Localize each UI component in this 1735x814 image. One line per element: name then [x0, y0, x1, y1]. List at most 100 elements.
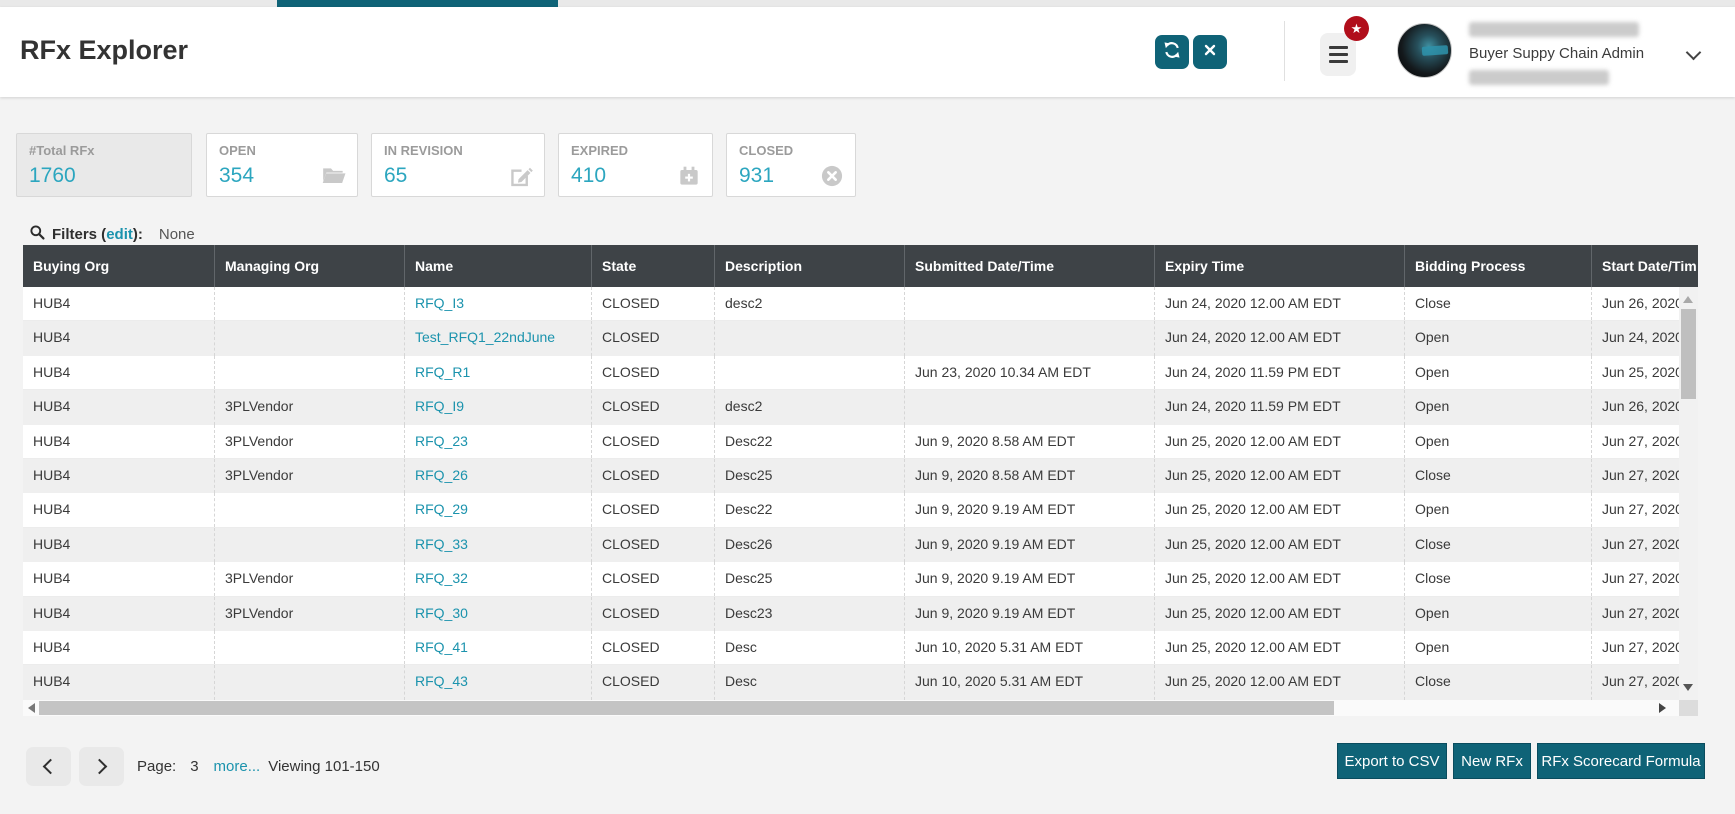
table-cell — [215, 665, 405, 699]
rfx-scorecard-formula-button[interactable]: RFx Scorecard Formula — [1537, 743, 1705, 779]
column-header[interactable]: Buying Org — [23, 245, 215, 287]
scroll-left-arrow-icon[interactable] — [28, 703, 35, 713]
table-row[interactable]: HUB43PLVendorRFQ_23CLOSEDDesc22Jun 9, 20… — [23, 425, 1679, 459]
avatar[interactable] — [1397, 23, 1452, 78]
stat-card-in-revision[interactable]: IN REVISION 65 — [371, 133, 545, 197]
chevron-down-icon[interactable] — [1686, 45, 1702, 61]
more-pages-link[interactable]: more... — [214, 758, 261, 775]
table-cell: CLOSED — [592, 528, 715, 562]
star-icon: ★ — [1351, 21, 1363, 36]
table-cell: Jun 27, 2020 — [1592, 665, 1679, 699]
column-header[interactable]: Submitted Date/Time — [905, 245, 1155, 287]
table-row[interactable]: HUB43PLVendorRFQ_32CLOSEDDesc25Jun 9, 20… — [23, 562, 1679, 596]
rfx-name-link[interactable]: RFQ_33 — [405, 528, 592, 562]
page-label: Page: — [137, 758, 176, 775]
table-cell: Desc — [715, 665, 905, 699]
column-header[interactable]: Managing Org — [215, 245, 405, 287]
vertical-scrollbar-thumb[interactable] — [1681, 309, 1696, 399]
rfx-name-link[interactable]: RFQ_32 — [405, 562, 592, 595]
table-cell: HUB4 — [23, 631, 215, 664]
scroll-right-arrow-icon[interactable] — [1659, 703, 1666, 713]
stat-value: 931 — [739, 164, 774, 188]
table-row[interactable]: HUB43PLVendorRFQ_26CLOSEDDesc25Jun 9, 20… — [23, 459, 1679, 493]
table-cell: Jun 27, 2020 — [1592, 425, 1679, 458]
close-icon — [1202, 42, 1218, 63]
column-header[interactable]: Start Date/Tim — [1592, 245, 1698, 287]
table-cell: HUB4 — [23, 425, 215, 458]
table-row[interactable]: HUB4RFQ_I3CLOSEDdesc2Jun 24, 2020 12.00 … — [23, 287, 1679, 321]
horizontal-scrollbar-thumb[interactable] — [39, 701, 1334, 715]
stat-card-open[interactable]: OPEN 354 — [206, 133, 358, 197]
table-cell: Jun 24, 2020 11.59 PM EDT — [1155, 356, 1405, 389]
refresh-button[interactable] — [1155, 35, 1189, 69]
column-header[interactable]: Expiry Time — [1155, 245, 1405, 287]
table-cell: Jun 27, 2020 — [1592, 528, 1679, 562]
rfx-name-link[interactable]: RFQ_30 — [405, 597, 592, 631]
stat-card-total-rfx[interactable]: #Total RFx 1760 — [16, 133, 192, 197]
filters-edit-link[interactable]: edit — [106, 226, 133, 243]
table-cell: Jun 9, 2020 9.19 AM EDT — [905, 597, 1155, 631]
table-row[interactable]: HUB4RFQ_43CLOSEDDescJun 10, 2020 5.31 AM… — [23, 665, 1679, 699]
scroll-down-arrow-icon[interactable] — [1683, 684, 1693, 691]
rfx-name-link[interactable]: RFQ_R1 — [405, 356, 592, 389]
table-cell: Jun 23, 2020 10.34 AM EDT — [905, 356, 1155, 389]
close-button[interactable] — [1193, 35, 1227, 69]
table-row[interactable]: HUB4RFQ_R1CLOSEDJun 23, 2020 10.34 AM ED… — [23, 356, 1679, 390]
table-cell: Jun 25, 2020 12.00 AM EDT — [1155, 665, 1405, 699]
table-row[interactable]: HUB4RFQ_41CLOSEDDescJun 10, 2020 5.31 AM… — [23, 631, 1679, 665]
rfx-name-link[interactable]: Test_RFQ1_22ndJune — [405, 321, 592, 355]
stat-value: 410 — [571, 164, 606, 188]
filters-label-suffix: ): — [133, 226, 143, 243]
stat-card-expired[interactable]: EXPIRED 410 — [558, 133, 713, 197]
table-row[interactable]: HUB43PLVendorRFQ_30CLOSEDDesc23Jun 9, 20… — [23, 597, 1679, 631]
rfx-name-link[interactable]: RFQ_26 — [405, 459, 592, 493]
notification-badge: ★ — [1344, 16, 1369, 41]
export-to-csv-button[interactable]: Export to CSV — [1337, 743, 1447, 779]
table-cell — [215, 631, 405, 664]
table-row[interactable]: HUB4RFQ_29CLOSEDDesc22Jun 9, 2020 9.19 A… — [23, 493, 1679, 527]
rfx-name-link[interactable]: RFQ_I3 — [405, 287, 592, 320]
table-cell: Jun 9, 2020 9.19 AM EDT — [905, 528, 1155, 562]
table-row[interactable]: HUB4Test_RFQ1_22ndJuneCLOSEDJun 24, 2020… — [23, 321, 1679, 355]
table-cell: CLOSED — [592, 493, 715, 526]
table-cell: Open — [1405, 425, 1592, 458]
stat-value: 354 — [219, 164, 254, 188]
rfx-name-link[interactable]: RFQ_41 — [405, 631, 592, 664]
new-rfx-button[interactable]: New RFx — [1453, 743, 1531, 779]
scroll-up-arrow-icon[interactable] — [1683, 296, 1693, 303]
column-header[interactable]: Name — [405, 245, 592, 287]
next-page-button[interactable] — [79, 747, 124, 786]
rfx-name-link[interactable]: RFQ_23 — [405, 425, 592, 458]
table-cell: CLOSED — [592, 356, 715, 389]
table-cell: Jun 25, 2020 12.00 AM EDT — [1155, 493, 1405, 526]
table-cell: Desc — [715, 631, 905, 664]
table-row[interactable]: HUB43PLVendorRFQ_I9CLOSEDdesc2Jun 24, 20… — [23, 390, 1679, 424]
table-cell — [215, 493, 405, 526]
table-cell: Close — [1405, 562, 1592, 595]
vertical-scrollbar[interactable] — [1679, 287, 1698, 700]
rfx-table: Buying OrgManaging OrgNameStateDescripti… — [23, 245, 1698, 700]
stat-card-closed[interactable]: CLOSED 931 — [726, 133, 856, 197]
table-cell: Open — [1405, 597, 1592, 631]
column-header[interactable]: State — [592, 245, 715, 287]
top-strip — [0, 0, 1735, 7]
column-header[interactable]: Description — [715, 245, 905, 287]
table-cell: Jun 25, 2020 12.00 AM EDT — [1155, 597, 1405, 631]
rfx-name-link[interactable]: RFQ_I9 — [405, 390, 592, 424]
rfx-name-link[interactable]: RFQ_43 — [405, 665, 592, 699]
avatar-visor-decoration — [1422, 45, 1449, 56]
horizontal-scrollbar[interactable] — [23, 700, 1698, 716]
current-page-number: 3 — [190, 758, 198, 775]
rfx-name-link[interactable]: RFQ_29 — [405, 493, 592, 526]
table-cell: HUB4 — [23, 562, 215, 595]
column-header[interactable]: Bidding Process — [1405, 245, 1592, 287]
table-row[interactable]: HUB4RFQ_33CLOSEDDesc26Jun 9, 2020 9.19 A… — [23, 528, 1679, 562]
folder-open-icon — [321, 163, 347, 189]
table-cell: Close — [1405, 528, 1592, 562]
table-cell: Jun 25, 2020 12.00 AM EDT — [1155, 631, 1405, 664]
chevron-left-icon — [43, 759, 59, 775]
prev-page-button[interactable] — [26, 747, 71, 786]
table-cell: Jun 9, 2020 8.58 AM EDT — [905, 459, 1155, 493]
table-cell: CLOSED — [592, 665, 715, 699]
table-cell: Close — [1405, 459, 1592, 493]
